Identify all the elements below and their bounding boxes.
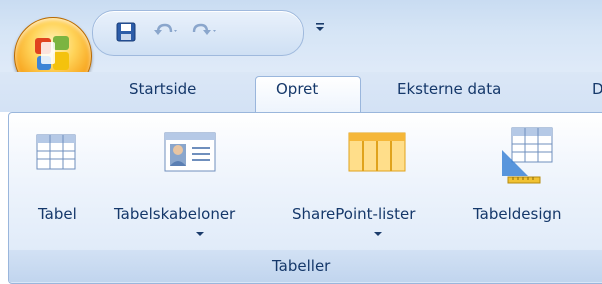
tabelskabeloner-label: Tabelskabeloner — [114, 205, 236, 223]
office-logo-icon — [35, 36, 69, 70]
table-design-icon — [502, 127, 553, 184]
sharepoint-lister-button[interactable] — [290, 118, 466, 250]
tabel-label: Tabel — [38, 205, 77, 223]
tab-d[interactable]: D — [592, 79, 602, 99]
group-label-tabeller: Tabeller — [272, 257, 331, 275]
tab-opret[interactable]: Opret — [276, 79, 318, 99]
tab-startside[interactable]: Startside — [129, 79, 196, 99]
sharepoint-lists-icon — [348, 132, 406, 172]
tabelskabeloner-button[interactable] — [112, 118, 288, 250]
tab-eksterne-data[interactable]: Eksterne data — [397, 79, 501, 99]
sharepoint-lister-dropdown-arrow[interactable] — [374, 232, 382, 236]
customize-toolbar-icon[interactable] — [315, 18, 325, 37]
save-icon[interactable] — [116, 22, 136, 46]
tabeldesign-button[interactable] — [470, 118, 600, 250]
redo-icon[interactable] — [190, 22, 218, 44]
tabeldesign-label: Tabeldesign — [473, 205, 562, 223]
undo-icon[interactable] — [152, 22, 180, 44]
sharepoint-lister-label: SharePoint-lister — [292, 205, 416, 223]
table-templates-icon — [164, 132, 216, 172]
table-icon — [36, 134, 76, 170]
tabelskabeloner-dropdown-arrow[interactable] — [196, 232, 204, 236]
tabel-button[interactable] — [30, 118, 90, 250]
